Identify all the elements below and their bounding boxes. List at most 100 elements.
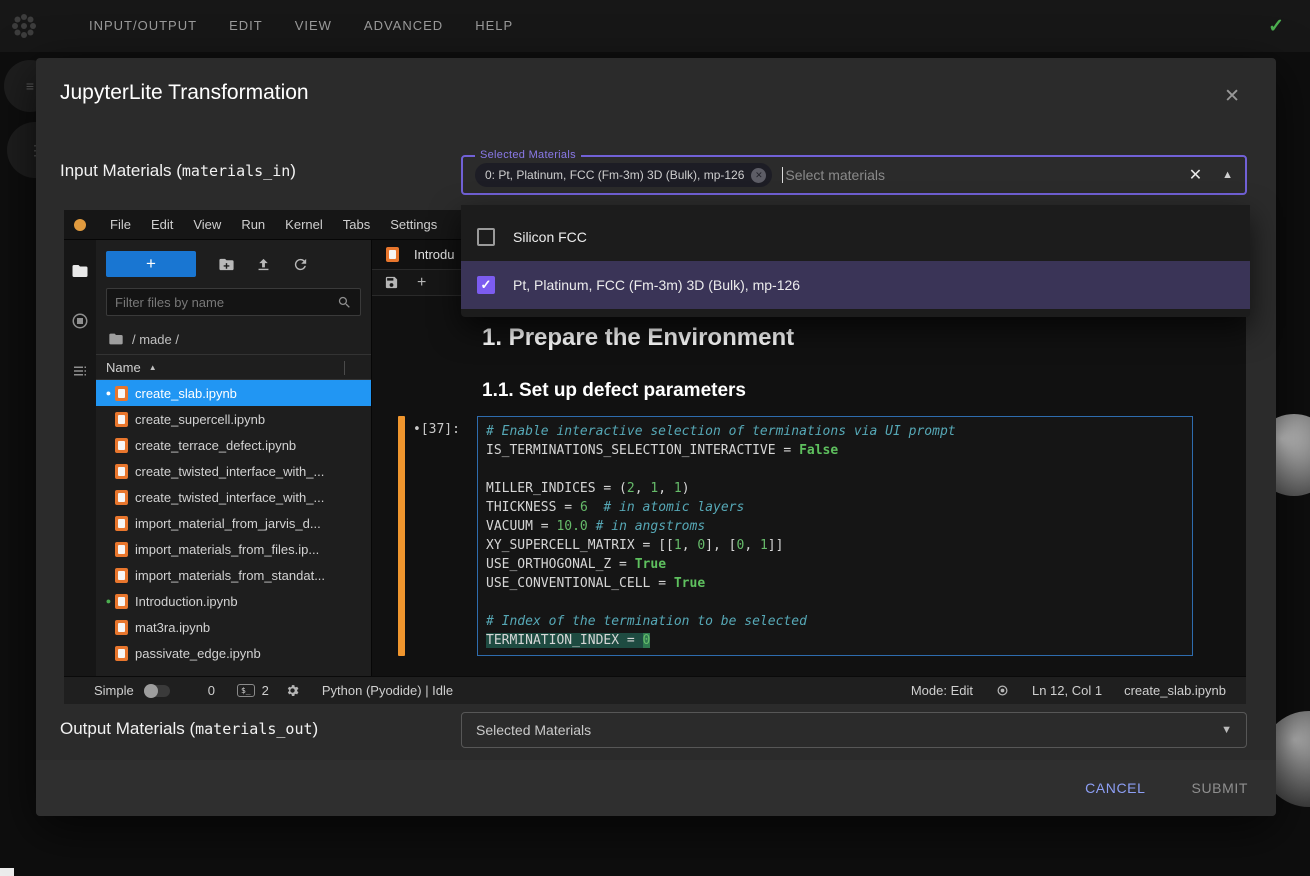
gear-icon[interactable] xyxy=(285,683,300,698)
output-materials-label: Output Materials (materials_out) xyxy=(60,719,318,739)
notebook-tab-label: Introdu xyxy=(414,247,454,262)
material-chip[interactable]: 0: Pt, Platinum, FCC (Fm-3m) 3D (Bulk), … xyxy=(475,163,772,187)
file-name: create_terrace_defect.ipynb xyxy=(135,438,296,453)
breadcrumb-path: / made / xyxy=(132,332,179,347)
clear-selection-icon[interactable]: ✕ xyxy=(1189,165,1202,185)
jlab-menu-kernel[interactable]: Kernel xyxy=(275,210,333,240)
code-line-8[interactable]: USE_ORTHOGONAL_Z = True xyxy=(486,555,1184,574)
new-launcher-button[interactable]: + xyxy=(106,251,196,277)
file-list: ●create_slab.ipynbcreate_supercell.ipynb… xyxy=(96,380,371,676)
code-line-5[interactable]: THICKNESS = 6 # in atomic layers xyxy=(486,498,1184,517)
code-line-9[interactable]: USE_CONVENTIONAL_CELL = True xyxy=(486,574,1184,593)
material-option-pt-platinum-fcc-fm-3m-3d-bulk-mp-126[interactable]: ✓Pt, Platinum, FCC (Fm-3m) 3D (Bulk), mp… xyxy=(461,261,1250,309)
cell-collapser-bar[interactable] xyxy=(398,416,405,656)
notebook-trust-icon[interactable] xyxy=(995,683,1010,698)
appbar-item-advanced[interactable]: ADVANCED xyxy=(348,0,459,52)
search-icon xyxy=(337,295,352,310)
kernel-running-dot-icon: ● xyxy=(102,388,115,398)
running-sessions-tab-icon[interactable] xyxy=(71,312,89,330)
file-row-create-twisted-interface-with[interactable]: create_twisted_interface_with_... xyxy=(96,458,371,484)
file-row-import-material-from-jarvis-d[interactable]: import_material_from_jarvis_d... xyxy=(96,510,371,536)
appbar-item-help[interactable]: HELP xyxy=(459,0,529,52)
jlab-menu-view[interactable]: View xyxy=(183,210,231,240)
sort-ascending-icon: ▲ xyxy=(149,363,157,372)
appbar-item-edit[interactable]: EDIT xyxy=(213,0,279,52)
simple-mode-label: Simple xyxy=(94,683,134,698)
file-row-create-slab-ipynb[interactable]: ●create_slab.ipynb xyxy=(96,380,371,406)
save-icon[interactable] xyxy=(384,275,399,290)
new-folder-icon[interactable] xyxy=(218,256,235,273)
file-browser-tab-icon[interactable] xyxy=(71,262,89,280)
jupyterlab-statusbar: Simple 0 $_ 2 Python (Pyodide) | Idle Mo… xyxy=(64,676,1246,704)
notebook-file-icon xyxy=(115,386,128,401)
jupyterlite-logo-icon xyxy=(74,219,86,231)
code-line-10[interactable] xyxy=(486,593,1184,612)
code-line-3[interactable] xyxy=(486,460,1184,479)
code-line-1[interactable]: # Enable interactive selection of termin… xyxy=(486,422,1184,441)
file-row-import-materials-from-standat[interactable]: import_materials_from_standat... xyxy=(96,562,371,588)
simple-mode-toggle[interactable] xyxy=(144,685,170,697)
file-row-import-materials-from-files-ip[interactable]: import_materials_from_files.ip... xyxy=(96,536,371,562)
checkbox-unchecked-icon[interactable] xyxy=(477,228,495,246)
appbar-item-input-output[interactable]: INPUT/OUTPUT xyxy=(73,0,213,52)
code-line-11[interactable]: # Index of the termination to be selecte… xyxy=(486,612,1184,631)
apply-check-icon[interactable]: ✓ xyxy=(1268,15,1284,38)
materials-dropdown: Silicon FCC✓Pt, Platinum, FCC (Fm-3m) 3D… xyxy=(461,205,1250,317)
jlab-menu-edit[interactable]: Edit xyxy=(141,210,183,240)
checkbox-checked-icon[interactable]: ✓ xyxy=(477,276,495,294)
file-row-introduction-ipynb[interactable]: ●Introduction.ipynb xyxy=(96,588,371,614)
mode-indicator[interactable]: Mode: Edit xyxy=(911,683,973,698)
code-line-7[interactable]: XY_SUPERCELL_MATRIX = [[1, 0], [0, 1]] xyxy=(486,536,1184,555)
selected-materials-input[interactable]: Selected Materials 0: Pt, Platinum, FCC … xyxy=(461,155,1247,195)
markdown-heading-2: 1.1. Set up defect parameters xyxy=(482,380,746,402)
collapse-dropdown-icon[interactable]: ▲ xyxy=(1222,169,1233,181)
code-line-6[interactable]: VACUUM = 10.0 # in angstroms xyxy=(486,517,1184,536)
refresh-icon[interactable] xyxy=(292,256,309,273)
output-materials-select[interactable]: Selected Materials ▼ xyxy=(461,712,1247,748)
chip-delete-icon[interactable]: ✕ xyxy=(751,168,766,183)
notebook-file-icon xyxy=(115,438,128,453)
dialog-title: JupyterLite Transformation xyxy=(60,81,309,105)
cursor-position-indicator[interactable]: Ln 12, Col 1 xyxy=(1032,683,1102,698)
file-row-create-supercell-ipynb[interactable]: create_supercell.ipynb xyxy=(96,406,371,432)
active-file-indicator[interactable]: create_slab.ipynb xyxy=(1124,683,1226,698)
notebook-file-icon xyxy=(115,516,128,531)
add-cell-icon[interactable]: + xyxy=(417,275,426,291)
jlab-menu-tabs[interactable]: Tabs xyxy=(333,210,380,240)
dialog-footer: CANCEL SUBMIT xyxy=(36,760,1276,816)
file-row-passivate-edge-ipynb[interactable]: passivate_edge.ipynb xyxy=(96,640,371,666)
cancel-button[interactable]: CANCEL xyxy=(1085,780,1145,796)
kernel-status-label[interactable]: Python (Pyodide) | Idle xyxy=(322,683,453,698)
file-filter-box[interactable] xyxy=(106,288,361,316)
file-row-mat3ra-ipynb[interactable]: mat3ra.ipynb xyxy=(96,614,371,640)
jlab-menu-file[interactable]: File xyxy=(100,210,141,240)
terminal-icon[interactable]: $_ xyxy=(237,684,255,697)
notebook-file-icon xyxy=(115,568,128,583)
code-editor[interactable]: # Enable interactive selection of termin… xyxy=(477,416,1193,656)
file-list-header[interactable]: Name ▲ xyxy=(96,354,371,380)
jlab-menu-settings[interactable]: Settings xyxy=(380,210,447,240)
notebook-file-icon xyxy=(115,594,128,609)
code-line-4[interactable]: MILLER_INDICES = (2, 1, 1) xyxy=(486,479,1184,498)
jupyterlab-left-sidebar xyxy=(64,240,96,676)
kernel-sessions-count[interactable]: 0 xyxy=(208,683,215,698)
file-row-create-terrace-defect-ipynb[interactable]: create_terrace_defect.ipynb xyxy=(96,432,371,458)
input-materials-suffix: ) xyxy=(290,161,296,180)
breadcrumb[interactable]: / made / xyxy=(96,324,371,354)
column-divider[interactable] xyxy=(344,361,345,375)
table-of-contents-tab-icon[interactable] xyxy=(71,362,89,380)
dialog-close-icon[interactable]: ✕ xyxy=(1224,85,1240,108)
jlab-menu-run[interactable]: Run xyxy=(231,210,275,240)
materials-search-input[interactable] xyxy=(785,167,1180,183)
material-option-silicon-fcc[interactable]: Silicon FCC xyxy=(461,213,1250,261)
upload-icon[interactable] xyxy=(255,256,272,273)
file-filter-input[interactable] xyxy=(115,295,337,310)
notebook-content: 1. Prepare the Environment 1.1. Set up d… xyxy=(372,296,1246,676)
submit-button[interactable]: SUBMIT xyxy=(1192,780,1249,796)
input-materials-prefix: Input Materials ( xyxy=(60,161,182,180)
file-row-create-twisted-interface-with[interactable]: create_twisted_interface_with_... xyxy=(96,484,371,510)
code-line-12[interactable]: TERMINATION_INDEX = 0 xyxy=(486,631,1184,650)
code-line-2[interactable]: IS_TERMINATIONS_SELECTION_INTERACTIVE = … xyxy=(486,441,1184,460)
app-logo-icon[interactable] xyxy=(0,23,48,29)
appbar-item-view[interactable]: VIEW xyxy=(279,0,348,52)
